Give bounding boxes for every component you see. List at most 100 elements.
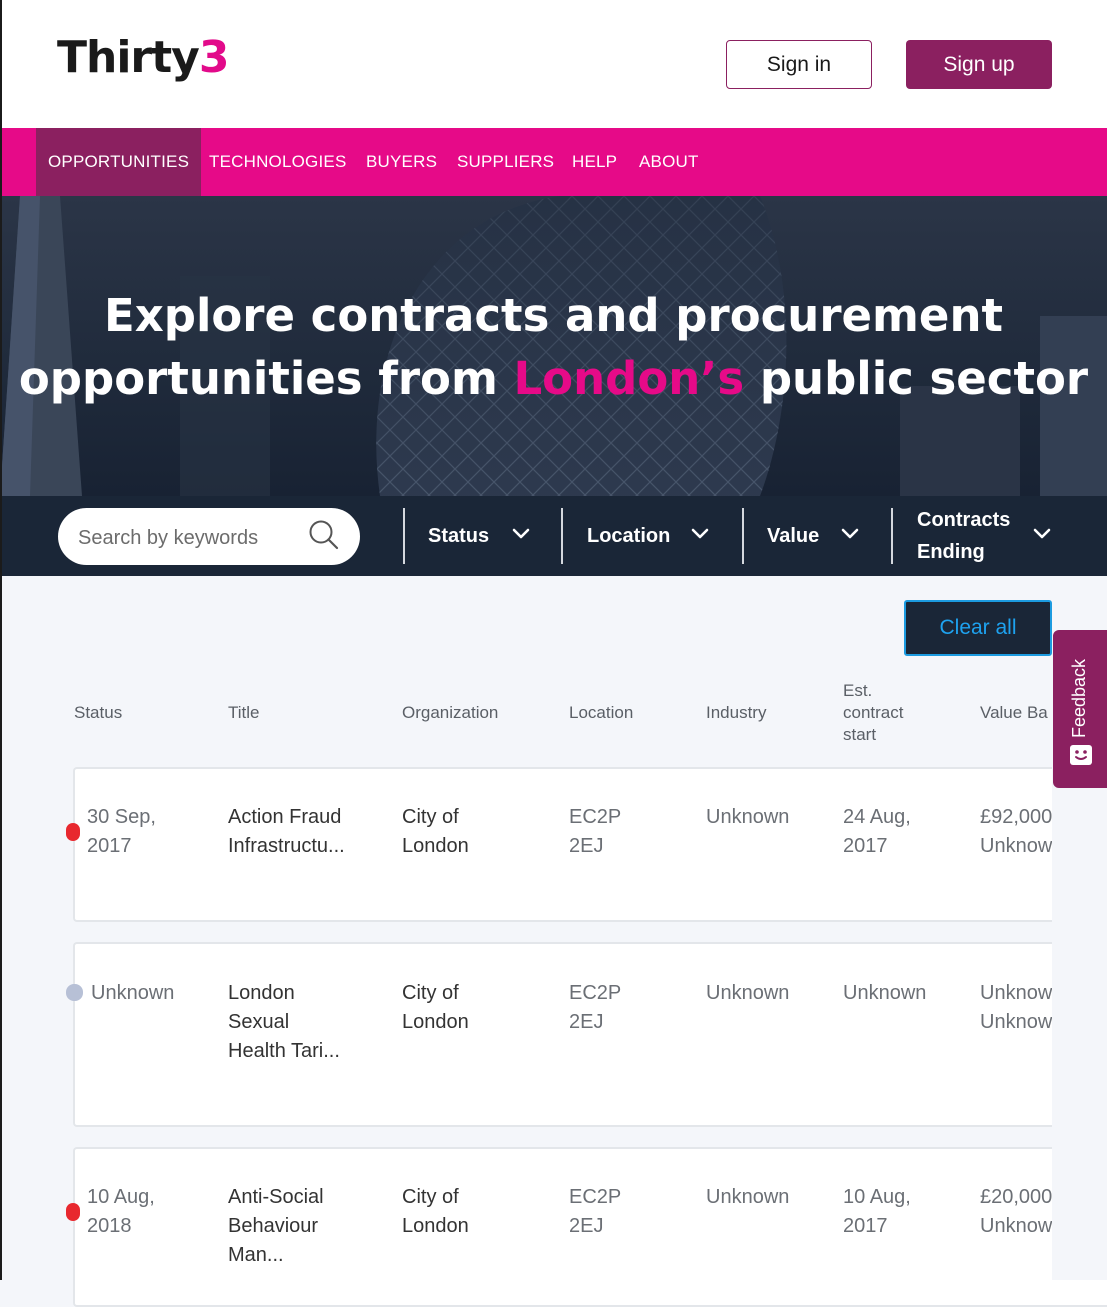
feedback-label-wrap: Feedback	[1065, 648, 1095, 748]
start-line: Unknown	[843, 982, 927, 1004]
value-filter-label: Value	[767, 525, 820, 547]
header-line: start	[843, 725, 877, 744]
nav-item-opportunities[interactable]: OPPORTUNITIES	[36, 128, 202, 196]
status-line: 2017	[87, 835, 132, 857]
hero-line-2-start: opportunities from	[18, 352, 514, 405]
logo-accent: 3	[198, 32, 230, 83]
column-header-value-band[interactable]: Value Ba	[980, 702, 1048, 724]
value-line: Unknown	[980, 1011, 1064, 1033]
filter-bar: Status Location Value Contracts Ending	[0, 496, 1107, 576]
status-filter-label: Status	[428, 525, 490, 547]
title-line: London	[228, 982, 295, 1004]
org-line: London	[402, 1215, 469, 1237]
column-header-industry[interactable]: Industry	[706, 702, 766, 724]
start-line: 2017	[843, 835, 888, 857]
sign-up-button[interactable]: Sign up	[906, 40, 1052, 89]
smiley-chat-icon	[1070, 745, 1092, 765]
status-dot	[66, 823, 80, 841]
location-line: 2EJ	[569, 1011, 604, 1033]
row-value-band: £92,000 Unknown	[980, 803, 1063, 861]
org-line: London	[402, 1011, 469, 1033]
status-dot	[66, 984, 83, 1001]
row-title[interactable]: London Sexual Health Tari...	[228, 979, 340, 1066]
start-line: 2017	[843, 1215, 888, 1237]
row-contract-start: 24 Aug, 2017	[843, 803, 911, 861]
top-header: Thirty3 Sign in Sign up	[0, 0, 1107, 128]
title-line: Man...	[228, 1244, 284, 1266]
clear-all-button[interactable]: Clear all	[904, 600, 1052, 656]
row-organization: City of London	[402, 979, 469, 1037]
row-organization: City of London	[402, 803, 469, 861]
hero-line-1: Explore contracts and procurement	[103, 289, 1003, 342]
row-location: EC2P 2EJ	[569, 1183, 621, 1241]
row-status: 30 Sep, 2017	[87, 803, 156, 861]
row-status: Unknown	[91, 979, 174, 1008]
nav-item-suppliers[interactable]: SUPPLIERS	[457, 128, 554, 196]
chevron-down-icon	[512, 528, 530, 539]
title-line: Action Fraud	[228, 806, 342, 828]
row-value-band: £20,000 Unknown	[980, 1183, 1063, 1241]
row-value-band: Unknown Unknown	[980, 979, 1063, 1037]
nav-item-buyers[interactable]: BUYERS	[366, 128, 437, 196]
status-line: Unknown	[91, 982, 175, 1004]
value-filter-dropdown[interactable]: Value	[767, 496, 867, 576]
value-line: Unknown	[980, 1215, 1064, 1237]
search-box[interactable]	[58, 508, 360, 565]
column-header-organization[interactable]: Organization	[402, 702, 498, 724]
contracts-ending-filter-dropdown[interactable]: Contracts Ending	[917, 496, 1057, 576]
location-line: 2EJ	[569, 835, 604, 857]
org-line: City of	[402, 1186, 459, 1208]
row-organization: City of London	[402, 1183, 469, 1241]
column-header-est-contract-start[interactable]: Est. contract start	[843, 680, 903, 746]
contracts-ending-label-line-2: Ending	[917, 541, 985, 563]
value-line: Unknown	[980, 982, 1064, 1004]
status-filter-dropdown[interactable]: Status	[428, 496, 540, 576]
title-line: Infrastructu...	[228, 835, 345, 857]
status-line: 2018	[87, 1215, 132, 1237]
column-header-status[interactable]: Status	[74, 702, 122, 724]
nav-item-about[interactable]: ABOUT	[639, 128, 699, 196]
row-title[interactable]: Anti-Social Behaviour Man...	[228, 1183, 324, 1270]
title-line: Health Tari...	[228, 1040, 340, 1062]
hero-line-2-end: public sector	[744, 352, 1089, 405]
title-line: Behaviour	[228, 1215, 319, 1237]
filter-divider	[403, 508, 405, 564]
location-filter-dropdown[interactable]: Location	[587, 496, 719, 576]
contracts-ending-filter-label: Contracts Ending	[917, 504, 1010, 568]
sign-in-button[interactable]: Sign in	[726, 40, 872, 89]
header-line: contract	[843, 703, 904, 722]
search-input[interactable]	[76, 522, 300, 554]
thirty3-logo[interactable]: Thirty3	[57, 32, 230, 83]
location-line: EC2P	[569, 806, 622, 828]
row-contract-start: Unknown	[843, 979, 926, 1008]
title-line: Anti-Social	[228, 1186, 324, 1208]
chevron-down-icon	[1033, 528, 1051, 539]
filter-divider	[561, 508, 563, 564]
location-line: EC2P	[569, 982, 622, 1004]
filter-divider	[742, 508, 744, 564]
status-line: 10 Aug,	[87, 1186, 155, 1208]
page-left-rule	[0, 0, 2, 1280]
filter-divider	[891, 508, 893, 564]
nav-item-technologies[interactable]: TECHNOLOGIES	[209, 128, 346, 196]
hero-highlight-londons: London’s	[513, 352, 745, 405]
row-location: EC2P 2EJ	[569, 979, 621, 1037]
start-line: 24 Aug,	[843, 806, 911, 828]
start-line: 10 Aug,	[843, 1186, 911, 1208]
main-nav: OPPORTUNITIES TECHNOLOGIES BUYERS SUPPLI…	[0, 128, 1107, 196]
row-contract-start: 10 Aug, 2017	[843, 1183, 911, 1241]
hero-line-2: opportunities from London’s public secto…	[0, 347, 1107, 410]
column-header-location[interactable]: Location	[569, 702, 633, 724]
location-line: EC2P	[569, 1186, 622, 1208]
nav-item-help[interactable]: HELP	[572, 128, 617, 196]
location-line: 2EJ	[569, 1215, 604, 1237]
search-icon[interactable]	[308, 519, 340, 551]
feedback-tab[interactable]: Feedback	[1053, 630, 1107, 788]
location-filter-label: Location	[587, 525, 671, 547]
hero-banner: Explore contracts and procurement opport…	[0, 196, 1107, 496]
value-line: £20,000	[980, 1186, 1053, 1208]
row-title[interactable]: Action Fraud Infrastructu...	[228, 803, 345, 861]
chevron-down-icon	[691, 528, 709, 539]
row-location: EC2P 2EJ	[569, 803, 621, 861]
column-header-title[interactable]: Title	[228, 702, 260, 724]
